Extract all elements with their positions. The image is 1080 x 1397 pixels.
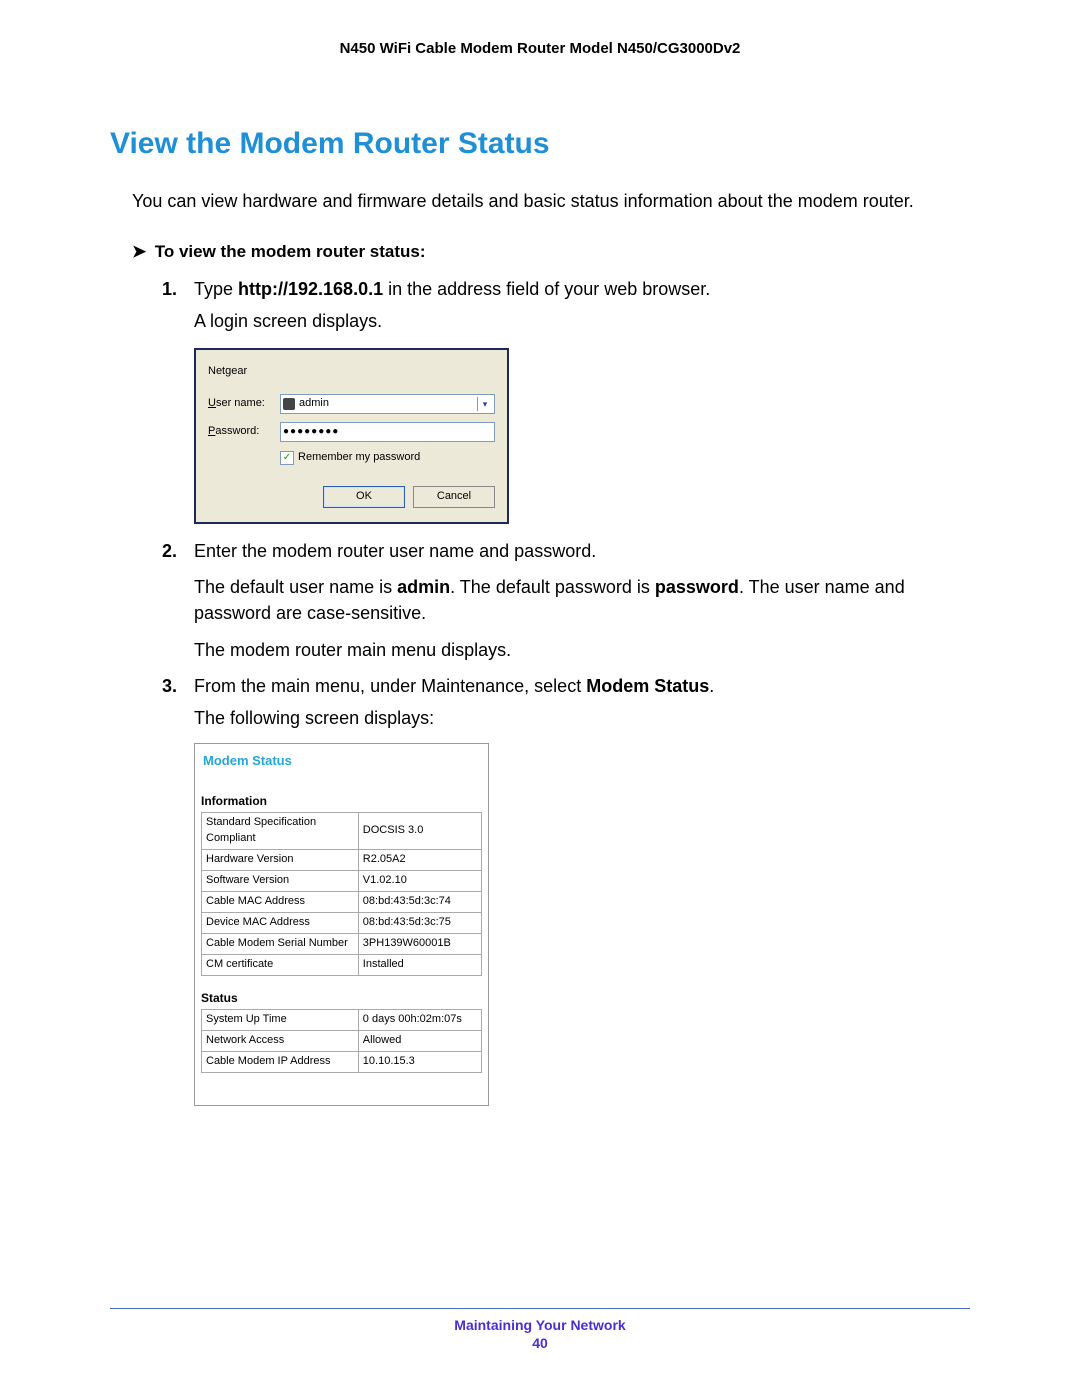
table-cell-key: Network Access — [202, 1030, 359, 1051]
step-3-text-c: . — [709, 676, 714, 696]
table-row: Software VersionV1.02.10 — [202, 870, 482, 891]
chevron-right-icon: ➤ — [132, 242, 150, 262]
table-cell-key: System Up Time — [202, 1009, 359, 1030]
status-table: System Up Time0 days 00h:02m:07sNetwork … — [201, 1009, 482, 1073]
table-row: Cable Modem Serial Number3PH139W60001B — [202, 933, 482, 954]
status-caption: Status — [201, 990, 482, 1007]
password-label: Password: — [208, 424, 280, 440]
step-2-para-2: The modem router main menu displays. — [194, 637, 970, 663]
step-1: Type http://192.168.0.1 in the address f… — [162, 276, 970, 524]
chevron-down-icon[interactable]: ▾ — [477, 397, 492, 411]
step-1-text-a: Type — [194, 279, 238, 299]
step-1-url: http://192.168.0.1 — [238, 279, 383, 299]
step-3-text-a: From the main menu, under Maintenance, s… — [194, 676, 586, 696]
table-cell-value: 08:bd:43:5d:3c:75 — [358, 912, 481, 933]
password-input[interactable]: ●●●●●●●● — [280, 422, 495, 442]
section-title: View the Modem Router Status — [110, 127, 970, 161]
modem-status-title: Modem Status — [203, 752, 482, 771]
procedure-heading: ➤ To view the modem router status: — [132, 242, 970, 262]
username-row: User name: admin ▾ — [208, 394, 495, 414]
table-row: Device MAC Address08:bd:43:5d:3c:75 — [202, 912, 482, 933]
table-row: CM certificateInstalled — [202, 954, 482, 975]
information-caption: Information — [201, 793, 482, 810]
table-cell-value: Allowed — [358, 1030, 481, 1051]
remember-label: Remember my password — [298, 450, 420, 466]
step-3-result: The following screen displays: — [194, 705, 970, 731]
step-2-text: Enter the modem router user name and pas… — [194, 541, 596, 561]
step-3-bold: Modem Status — [586, 676, 709, 696]
information-table: Standard Specification CompliantDOCSIS 3… — [201, 812, 482, 976]
table-cell-key: Cable Modem Serial Number — [202, 933, 359, 954]
page-number: 40 — [110, 1335, 970, 1351]
username-value: admin — [299, 396, 477, 412]
table-cell-key: Device MAC Address — [202, 912, 359, 933]
remember-row: ✓ Remember my password — [280, 450, 495, 466]
footer-text: Maintaining Your Network — [454, 1317, 625, 1333]
table-cell-value: 08:bd:43:5d:3c:74 — [358, 891, 481, 912]
procedure-heading-text: To view the modem router status: — [155, 242, 426, 261]
step-3: From the main menu, under Maintenance, s… — [162, 673, 970, 1106]
table-cell-key: Hardware Version — [202, 849, 359, 870]
table-cell-value: DOCSIS 3.0 — [358, 813, 481, 850]
intro-paragraph: You can view hardware and firmware detai… — [132, 189, 970, 214]
table-cell-key: Standard Specification Compliant — [202, 813, 359, 850]
username-input[interactable]: admin ▾ — [280, 394, 495, 414]
cancel-button[interactable]: Cancel — [413, 486, 495, 508]
password-row: Password: ●●●●●●●● — [208, 422, 495, 442]
document-header: N450 WiFi Cable Modem Router Model N450/… — [110, 40, 970, 57]
step-1-result: A login screen displays. — [194, 308, 970, 334]
table-cell-key: Cable MAC Address — [202, 891, 359, 912]
table-cell-value: V1.02.10 — [358, 870, 481, 891]
password-value: ●●●●●●●● — [283, 425, 339, 440]
table-cell-value: 3PH139W60001B — [358, 933, 481, 954]
table-cell-key: CM certificate — [202, 954, 359, 975]
table-cell-value: 0 days 00h:02m:07s — [358, 1009, 481, 1030]
remember-checkbox[interactable]: ✓ — [280, 451, 294, 465]
modem-status-panel: Modem Status Information Standard Specif… — [194, 743, 489, 1106]
table-row: Hardware VersionR2.05A2 — [202, 849, 482, 870]
table-row: Cable Modem IP Address10.10.15.3 — [202, 1051, 482, 1072]
table-cell-value: 10.10.15.3 — [358, 1051, 481, 1072]
login-realm: Netgear — [208, 364, 495, 380]
table-cell-key: Software Version — [202, 870, 359, 891]
table-row: Standard Specification CompliantDOCSIS 3… — [202, 813, 482, 850]
table-cell-key: Cable Modem IP Address — [202, 1051, 359, 1072]
table-cell-value: R2.05A2 — [358, 849, 481, 870]
step-2: Enter the modem router user name and pas… — [162, 538, 970, 662]
table-row: System Up Time0 days 00h:02m:07s — [202, 1009, 482, 1030]
table-cell-value: Installed — [358, 954, 481, 975]
step-2-para-1: The default user name is admin. The defa… — [194, 574, 970, 626]
table-row: Cable MAC Address08:bd:43:5d:3c:74 — [202, 891, 482, 912]
table-row: Network AccessAllowed — [202, 1030, 482, 1051]
step-1-text-b: in the address field of your web browser… — [383, 279, 710, 299]
ok-button[interactable]: OK — [323, 486, 405, 508]
page-footer: Maintaining Your Network 40 — [110, 1308, 970, 1351]
login-dialog: Netgear User name: admin ▾ Password: ●●●… — [194, 348, 509, 524]
user-icon — [283, 398, 295, 410]
username-label: User name: — [208, 396, 280, 412]
